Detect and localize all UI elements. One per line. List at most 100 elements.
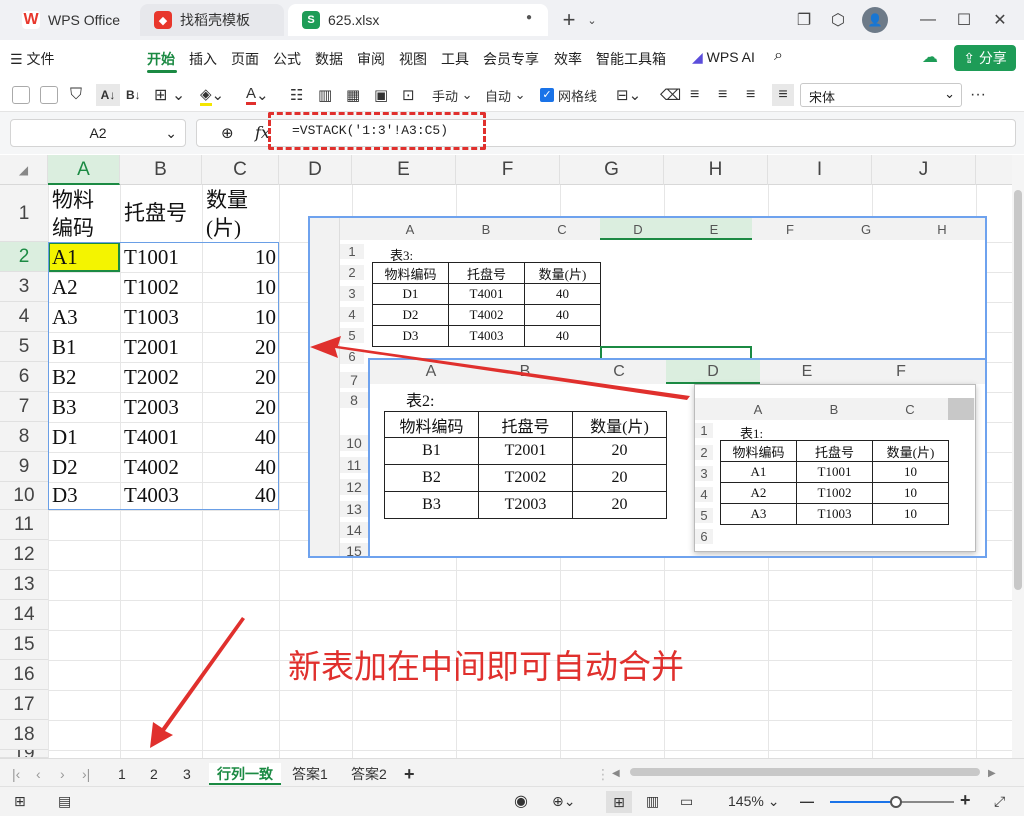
cell-b4[interactable]: T1003	[124, 305, 179, 330]
cell-a5[interactable]: B1	[52, 335, 77, 360]
normal-view-icon[interactable]: ⊞	[606, 791, 632, 813]
cell-a10[interactable]: D3	[52, 483, 78, 508]
close-icon[interactable]: ✕	[988, 8, 1012, 32]
col-header-c[interactable]: C	[202, 155, 279, 185]
sheet-tab-answer2[interactable]: 答案2	[351, 763, 387, 785]
document-icon[interactable]: ▤	[58, 793, 71, 810]
macro-icon[interactable]: ⊞	[14, 793, 26, 810]
col-header-j[interactable]: J	[872, 155, 976, 185]
cell-b3[interactable]: T1002	[124, 275, 179, 300]
cell-format-icon[interactable]: ▦	[346, 84, 360, 106]
menu-review[interactable]: 审阅	[357, 49, 385, 69]
justify-icon[interactable]: ≡	[772, 84, 794, 106]
sheet-tab-row-col-consistent[interactable]: 行列一致	[209, 763, 281, 785]
gridlines-checkbox[interactable]: ✓ 网格线	[540, 84, 597, 106]
zoom-in-icon[interactable]: +	[960, 790, 971, 811]
row-header[interactable]: 11	[0, 510, 48, 540]
fill-color-icon[interactable]: ◈ ⌄	[200, 84, 224, 106]
scroll-right-icon[interactable]: ▶	[988, 763, 996, 785]
cell-b7[interactable]: T2003	[124, 395, 179, 420]
cell-b8[interactable]: T4001	[124, 425, 179, 450]
sheet-tab-2[interactable]: 2	[150, 763, 158, 785]
cell-b6[interactable]: T2002	[124, 365, 179, 390]
menu-page[interactable]: 页面	[231, 49, 259, 69]
cube-icon[interactable]: ⬡	[826, 8, 850, 32]
row-header[interactable]: 2	[0, 242, 48, 272]
cell-b1[interactable]: 托盘号	[124, 200, 187, 226]
add-sheet-icon[interactable]: +	[404, 763, 415, 785]
cell-a7[interactable]: B3	[52, 395, 77, 420]
auto-dropdown[interactable]: 自动 ⌄	[485, 84, 526, 106]
scroll-left-icon[interactable]: ◀	[612, 763, 620, 785]
cell-c1-line2[interactable]: (片)	[206, 215, 241, 241]
cell-a4[interactable]: A3	[52, 305, 78, 330]
paste-icon[interactable]	[12, 86, 30, 104]
menu-efficiency[interactable]: 效率	[554, 49, 582, 69]
sort-desc-icon[interactable]: B↓	[126, 84, 141, 106]
cloud-sync-icon[interactable]: ☁	[922, 47, 938, 67]
fill-icon[interactable]: ⊡	[402, 84, 415, 106]
tab-docer[interactable]: ◆ 找稻壳模板	[140, 4, 284, 36]
sheet-tab-3[interactable]: 3	[183, 763, 191, 785]
tab-list-chevron-icon[interactable]: ⌄	[580, 8, 604, 32]
menu-data[interactable]: 数据	[315, 49, 343, 69]
zoom-level[interactable]: 145% ⌄	[728, 793, 779, 810]
window-mode-icon[interactable]: ❐	[792, 8, 816, 32]
col-header-i[interactable]: I	[768, 155, 872, 185]
menu-wps-ai[interactable]: ◢ WPS AI	[692, 49, 755, 66]
manual-dropdown[interactable]: 手动 ⌄	[432, 84, 473, 106]
row-header[interactable]: 9	[0, 452, 48, 482]
zoom-slider-thumb[interactable]	[890, 796, 902, 808]
menu-smart-toolbox[interactable]: 智能工具箱	[596, 49, 666, 69]
new-tab-plus-icon[interactable]: +	[557, 7, 581, 32]
row-header[interactable]: 13	[0, 570, 48, 600]
col-header-h[interactable]: H	[664, 155, 768, 185]
eye-protect-icon[interactable]: ◉	[514, 791, 528, 811]
tab-wps-office[interactable]: W WPS Office	[8, 4, 136, 36]
cell-b5[interactable]: T2001	[124, 335, 179, 360]
cell-c7[interactable]: 20	[206, 395, 276, 420]
cell-c5[interactable]: 20	[206, 335, 276, 360]
col-header-d[interactable]: D	[279, 155, 352, 185]
freeze-panes-icon[interactable]: ▣	[374, 84, 388, 106]
share-button[interactable]: ⇪ 分享	[954, 45, 1016, 71]
row-header[interactable]: 4	[0, 302, 48, 332]
page-layout-icon[interactable]: ▥	[646, 793, 659, 810]
vertical-scrollbar-thumb[interactable]	[1014, 190, 1022, 590]
col-header-a[interactable]: A	[48, 155, 120, 185]
cell-b10[interactable]: T4003	[124, 483, 179, 508]
row-header[interactable]: 15	[0, 630, 48, 660]
row-header[interactable]: 3	[0, 272, 48, 302]
menu-view[interactable]: 视图	[399, 49, 427, 69]
fullscreen-icon[interactable]: ⤢	[994, 793, 1005, 810]
row-header[interactable]: 5	[0, 332, 48, 362]
cell-a1-line2[interactable]: 编码	[52, 215, 94, 241]
more-icon[interactable]: ···	[970, 84, 986, 106]
cell-c10[interactable]: 40	[206, 483, 276, 508]
menu-file[interactable]: ☰ 文件	[10, 49, 54, 69]
col-header-e[interactable]: E	[352, 155, 456, 185]
zoom-out-icon[interactable]: —	[800, 793, 814, 809]
wrap-text-icon[interactable]: ☷	[290, 84, 303, 106]
zoom-formula-icon[interactable]: ⊕	[221, 124, 234, 142]
format-painter-icon[interactable]	[40, 86, 58, 104]
sheet-tab-1[interactable]: 1	[118, 763, 126, 785]
maximize-icon[interactable]: ☐	[952, 8, 976, 32]
first-sheet-icon[interactable]: |‹	[12, 763, 20, 785]
last-sheet-icon[interactable]: ›|	[82, 763, 90, 785]
font-color-icon[interactable]: A ⌄	[246, 84, 269, 106]
col-header-g[interactable]: G	[560, 155, 664, 185]
next-sheet-icon[interactable]: ›	[60, 763, 65, 785]
clear-format-icon[interactable]: ⌫	[660, 84, 681, 106]
horizontal-scrollbar-thumb[interactable]	[630, 768, 980, 776]
page-break-icon[interactable]: ▭	[680, 793, 693, 810]
cell-a1-line1[interactable]: 物料	[52, 187, 94, 213]
col-header-f[interactable]: F	[456, 155, 560, 185]
menu-formula[interactable]: 公式	[273, 49, 301, 69]
align-center-icon[interactable]: ≡	[718, 84, 727, 106]
menu-home[interactable]: 开始	[147, 49, 175, 69]
conditional-format-icon[interactable]: ⊟⌄	[616, 84, 641, 106]
select-all-corner[interactable]: ◢	[0, 155, 48, 185]
row-header[interactable]: 19	[0, 750, 48, 758]
filter-icon[interactable]: ⛉	[70, 84, 82, 106]
